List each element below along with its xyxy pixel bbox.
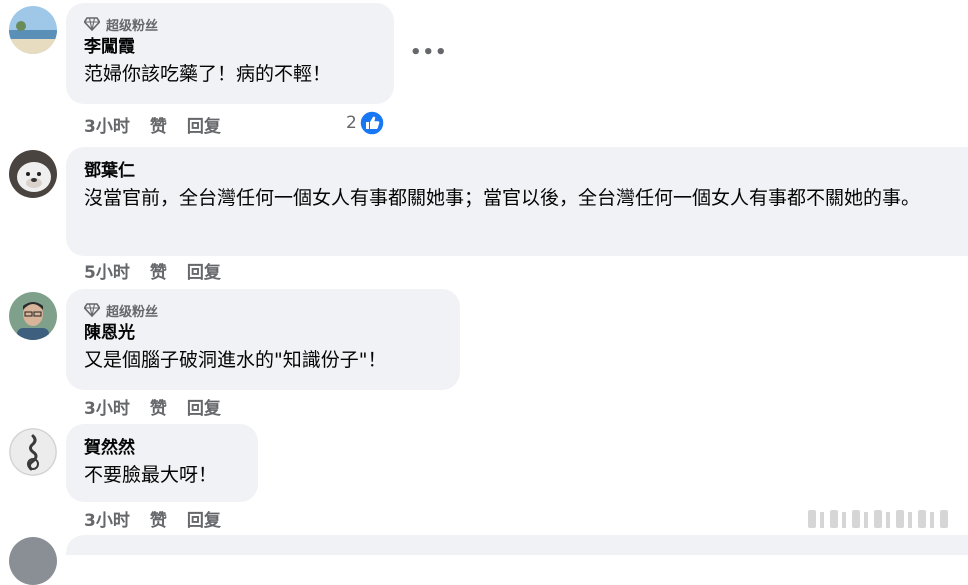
reply-button[interactable]: 回复 (187, 394, 221, 419)
comment-text: 沒當官前，全台灣任何一個女人有事都關她事；當官以後，全台灣任何一個女人有事都不關… (84, 187, 921, 209)
avatar[interactable] (9, 150, 57, 198)
comment-time[interactable]: 3小时 (84, 394, 130, 419)
comment-actions: 5小时 赞 回复 (84, 258, 241, 283)
watermark-graphic (806, 508, 966, 530)
comment-author[interactable]: 鄧葉仁 (84, 159, 950, 183)
comment-text: 不要臉最大呀！ (84, 464, 218, 486)
comment-bubble: 賀然然 不要臉最大呀！ (66, 424, 258, 502)
like-button[interactable]: 赞 (150, 112, 167, 137)
comment-bubble (66, 535, 968, 555)
diamond-icon (84, 17, 100, 31)
reaction-count: 2 (346, 113, 357, 133)
reply-button[interactable]: 回复 (187, 506, 221, 531)
super-fan-badge: 超级粉丝 (84, 13, 376, 35)
comment-author[interactable]: 賀然然 (84, 436, 240, 460)
like-button[interactable]: 赞 (150, 394, 167, 419)
comment-text: 范婦你該吃藥了！病的不輕！ (84, 63, 332, 85)
comment-actions: 3小时 赞 回复 (84, 394, 241, 419)
comment-author[interactable]: 李闖霞 (84, 35, 376, 59)
comment-actions: 3小时 赞 回复 (84, 506, 241, 531)
comment-text: 又是個腦子破洞進水的"知識份子"！ (84, 349, 387, 371)
reply-button[interactable]: 回复 (187, 258, 221, 283)
avatar[interactable] (9, 428, 57, 476)
more-horizontal-icon: ••• (410, 42, 448, 63)
comment-time[interactable]: 3小时 (84, 506, 130, 531)
like-thumb-icon (359, 110, 385, 136)
comment-time[interactable]: 3小时 (84, 112, 130, 137)
like-button[interactable]: 赞 (150, 258, 167, 283)
comment-time[interactable]: 5小时 (84, 258, 130, 283)
comment-actions: 3小时 赞 回复 (84, 112, 241, 137)
comment-bubble: 鄧葉仁 沒當官前，全台灣任何一個女人有事都關她事；當官以後，全台灣任何一個女人有… (66, 147, 968, 256)
reaction-summary[interactable]: 2 (346, 110, 385, 136)
reply-button[interactable]: 回复 (187, 112, 221, 137)
comment-bubble: 超级粉丝 李闖霞 范婦你該吃藥了！病的不輕！ (66, 3, 394, 104)
more-options-button[interactable]: ••• (410, 40, 447, 66)
avatar[interactable] (9, 6, 57, 54)
avatar[interactable] (9, 292, 57, 340)
super-fan-badge: 超级粉丝 (84, 299, 442, 321)
avatar[interactable] (9, 537, 57, 585)
badge-label: 超级粉丝 (106, 304, 159, 320)
badge-label: 超级粉丝 (106, 18, 159, 34)
diamond-icon (84, 303, 100, 317)
comment-author[interactable]: 陳恩光 (84, 321, 442, 345)
comment-bubble: 超级粉丝 陳恩光 又是個腦子破洞進水的"知識份子"！ (66, 289, 460, 390)
like-button[interactable]: 赞 (150, 506, 167, 531)
